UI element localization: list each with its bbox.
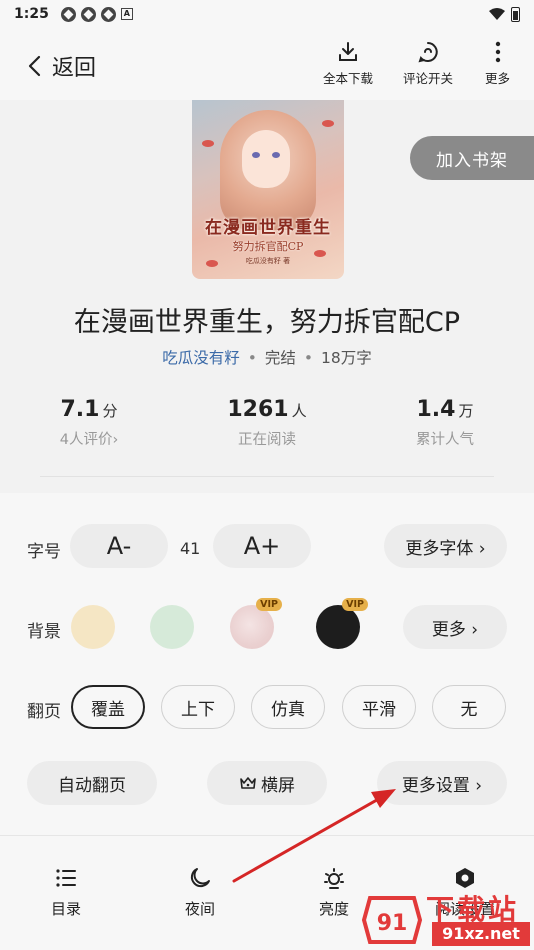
cover-petal xyxy=(322,120,334,127)
chevron-left-icon xyxy=(28,55,41,77)
more-menu-label: 更多 xyxy=(485,71,511,86)
download-all-label: 全本下载 xyxy=(323,71,374,86)
book-cover[interactable]: 在漫画世界重生 努力拆官配CP 吃瓜没有籽 著 xyxy=(192,100,344,279)
readers-label: 正在阅读 xyxy=(238,432,296,448)
vip-badge: VIP xyxy=(256,598,282,611)
book-stats: 7.1 分 4人评价› 1261 人 正在阅读 1.4 万 累计人气 xyxy=(0,397,534,449)
popularity-stat: 1.4 万 累计人气 xyxy=(356,397,534,449)
book-title: 在漫画世界重生，努力拆官配CP xyxy=(73,307,461,338)
rating-unit: 分 xyxy=(102,402,118,420)
cover-art-eye xyxy=(252,152,260,158)
a-notification-icon: A xyxy=(120,8,133,20)
cover-art-face xyxy=(242,130,290,188)
font-size-label: 字号 xyxy=(27,542,61,562)
paging-label: 翻页 xyxy=(27,702,61,722)
app-notification-icon xyxy=(80,6,96,22)
book-word-count: 18万字 xyxy=(321,349,372,367)
cover-art-eye xyxy=(272,152,280,158)
cover-title: 在漫画世界重生 xyxy=(205,218,331,238)
landscape-label: 横屏 xyxy=(261,775,295,796)
background-label: 背景 xyxy=(27,622,61,642)
status-bar: 1:25 A xyxy=(0,0,534,28)
rating-value: 7.1 xyxy=(60,397,100,422)
paging-option-none[interactable]: 无 xyxy=(432,685,506,729)
book-status: 完结 xyxy=(264,349,296,367)
vip-badge: VIP xyxy=(342,598,368,611)
cover-author: 吃瓜没有籽 著 xyxy=(245,257,291,265)
popularity-value: 1.4 xyxy=(416,397,456,422)
paging-option-smooth[interactable]: 平滑 xyxy=(342,685,416,729)
back-button[interactable]: 返回 xyxy=(26,50,96,82)
tab-night-label: 夜间 xyxy=(184,900,215,918)
more-menu-button[interactable]: 更多 xyxy=(485,40,510,87)
popularity-label: 累计人气 xyxy=(416,432,474,448)
rating-stat[interactable]: 7.1 分 4人评价› xyxy=(0,397,178,449)
notification-icons: A xyxy=(60,6,133,22)
font-increase-button[interactable]: A+ xyxy=(213,524,311,568)
crown-icon xyxy=(240,777,256,789)
tab-night[interactable]: 夜间 xyxy=(155,866,245,919)
font-size-value: 41 xyxy=(180,539,201,558)
readers-unit: 人 xyxy=(291,402,307,420)
paging-option-scroll[interactable]: 上下 xyxy=(161,685,235,729)
battery-icon xyxy=(511,6,520,22)
cover-subtitle: 努力拆官配CP xyxy=(232,240,304,253)
watermark-logo-icon: 91 xyxy=(361,896,423,944)
tab-catalog-label: 目录 xyxy=(50,900,81,918)
brightness-icon xyxy=(324,868,344,889)
rating-label: 4人评价› xyxy=(59,432,119,448)
background-pink-swatch[interactable]: VIP xyxy=(230,598,282,649)
watermark-url: 91xz.net xyxy=(432,922,530,946)
reading-settings-panel: 字号 A- 41 A+ 更多字体 › 背景 VIP VIP 更多 › 翻页 覆盖… xyxy=(0,493,534,835)
more-vertical-icon xyxy=(495,41,500,63)
author-link[interactable]: 吃瓜没有籽 xyxy=(162,349,240,367)
readers-stat: 1261 人 正在阅读 xyxy=(178,397,356,449)
more-fonts-button[interactable]: 更多字体 › xyxy=(384,524,507,568)
landscape-button[interactable]: 横屏 xyxy=(207,761,327,805)
readers-value: 1261 xyxy=(227,397,289,422)
font-decrease-button[interactable]: A- xyxy=(70,524,168,568)
app-notification-icon xyxy=(60,6,76,22)
comment-toggle-button[interactable]: 评论开关 xyxy=(403,40,453,87)
book-header: 在漫画世界重生 努力拆官配CP 吃瓜没有籽 著 加入书架 在漫画世界重生，努力拆… xyxy=(0,100,534,493)
divider xyxy=(40,476,494,477)
back-label: 返回 xyxy=(52,56,97,81)
background-green-swatch[interactable] xyxy=(150,605,194,649)
book-meta: 吃瓜没有籽 • 完结 • 18万字 xyxy=(0,346,534,368)
watermark: 91 下载站 91xz.net xyxy=(360,884,534,950)
more-backgrounds-button[interactable]: 更多 › xyxy=(403,605,507,649)
background-dark-swatch[interactable]: VIP xyxy=(316,598,368,649)
auto-page-button[interactable]: 自动翻页 xyxy=(27,761,157,805)
paging-option-cover[interactable]: 覆盖 xyxy=(71,685,145,729)
moon-icon xyxy=(190,868,210,888)
download-all-button[interactable]: 全本下载 xyxy=(323,40,373,87)
cover-petal xyxy=(202,140,214,147)
comment-toggle-label: 评论开关 xyxy=(403,71,454,86)
add-to-shelf-button[interactable]: 加入书架 xyxy=(410,136,534,180)
meta-separator: • xyxy=(247,349,257,367)
top-nav: 返回 全本下载 评论开关 更多 xyxy=(0,28,534,100)
tab-brightness-label: 亮度 xyxy=(318,900,349,918)
svg-text:91: 91 xyxy=(377,911,408,936)
comment-toggle-icon xyxy=(418,42,438,63)
meta-separator: • xyxy=(303,349,314,367)
app-notification-icon xyxy=(100,6,116,22)
more-settings-button[interactable]: 更多设置 › xyxy=(377,761,507,805)
status-time: 1:25 xyxy=(14,6,49,22)
list-icon xyxy=(56,869,76,887)
tab-catalog[interactable]: 目录 xyxy=(21,866,111,919)
paging-option-simulation[interactable]: 仿真 xyxy=(251,685,325,729)
background-cream-swatch[interactable] xyxy=(71,605,115,649)
wifi-icon xyxy=(489,8,505,20)
popularity-unit: 万 xyxy=(458,402,474,420)
download-icon xyxy=(339,42,357,61)
